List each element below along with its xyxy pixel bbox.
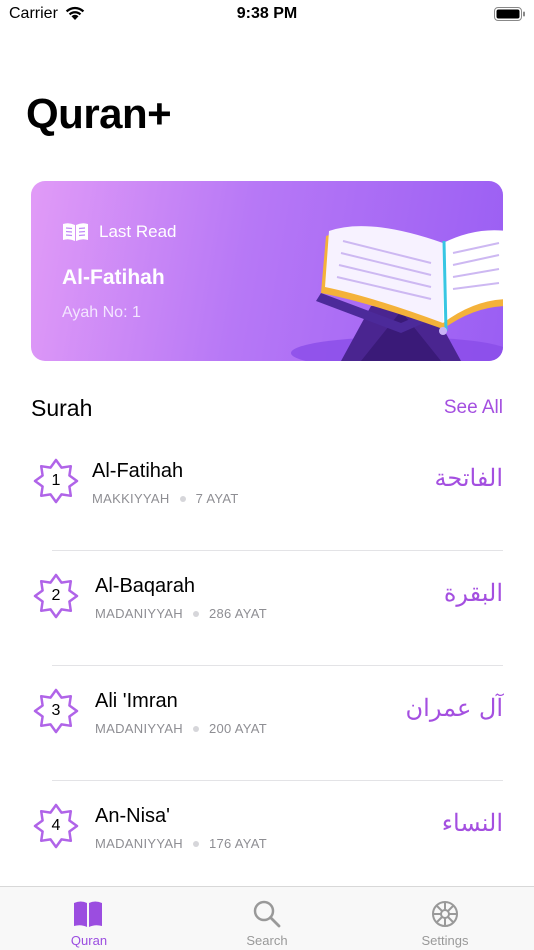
surah-arabic-name: النساء: [441, 809, 503, 837]
surah-number: 2: [51, 587, 61, 604]
tab-label: Settings: [421, 933, 469, 948]
tab-quran[interactable]: Quran: [0, 887, 178, 950]
surah-type: MADANIYYAH: [95, 721, 183, 736]
separator-dot: [193, 840, 199, 847]
surah-meta: MADANIYYAH 286 AYAT: [95, 606, 267, 621]
surah-name: Al-Fatihah: [92, 460, 184, 482]
surah-type: MADANIYYAH: [95, 836, 183, 851]
surah-name: Al-Baqarah: [95, 575, 196, 597]
tab-bar: Quran Search Settings: [0, 886, 534, 950]
last-read-surah: Al-Fatihah: [62, 266, 165, 289]
last-read-card[interactable]: Last Read Al-Fatihah Ayah No: 1: [31, 181, 503, 361]
status-bar: Carrier 9:38 PM: [0, 0, 534, 30]
last-read-ayah: Ayah No: 1: [62, 304, 141, 321]
separator-dot: [193, 610, 199, 617]
surah-section-title: Surah: [31, 395, 93, 421]
open-book-icon: [63, 223, 88, 241]
last-read-header: Last Read: [62, 222, 177, 242]
surah-name: An-Nisa': [95, 805, 170, 827]
surah-row[interactable]: 2 Al-Baqarah MADANIYYAH 286 AYAT البقرة: [0, 551, 534, 666]
surah-type: MADANIYYAH: [95, 606, 183, 621]
surah-ayat-count: 286 AYAT: [209, 606, 268, 621]
tab-settings[interactable]: Settings: [356, 887, 534, 950]
surah-name: Ali 'Imran: [95, 690, 178, 712]
surah-arabic-name: الفاتحة: [434, 464, 503, 492]
page-title: Quran+: [26, 90, 172, 137]
surah-number: 1: [51, 472, 61, 489]
surah-ayat-count: 200 AYAT: [209, 721, 268, 736]
gear-icon: [432, 901, 458, 927]
battery-icon: [494, 7, 525, 21]
separator-dot: [179, 495, 186, 502]
surah-number: 4: [51, 817, 61, 834]
see-all-button[interactable]: See All: [444, 397, 503, 419]
surah-meta: MAKKIYYAH 7 AYAT: [92, 491, 239, 506]
last-read-label: Last Read: [99, 222, 177, 241]
separator-dot: [193, 725, 199, 732]
tab-label: Search: [246, 933, 288, 948]
surah-row[interactable]: 3 Ali 'Imran MADANIYYAH 200 AYAT آل عمرا…: [0, 666, 534, 781]
surah-arabic-name: البقرة: [443, 579, 503, 607]
surah-number: 3: [51, 702, 61, 719]
surah-ayat-count: 176 AYAT: [209, 836, 268, 851]
surah-row[interactable]: 1 Al-Fatihah MAKKIYYAH 7 AYAT الفاتحة: [0, 436, 534, 551]
book-icon: [74, 901, 102, 927]
surah-type: MAKKIYYAH: [92, 491, 170, 506]
surah-ayat-count: 7 AYAT: [195, 491, 239, 506]
surah-arabic-name: آل عمران: [405, 694, 503, 722]
quran-illustration: [291, 226, 503, 361]
surah-row[interactable]: 4 An-Nisa' MADANIYYAH 176 AYAT النساء: [0, 781, 534, 896]
surah-meta: MADANIYYAH 176 AYAT: [95, 836, 267, 851]
search-icon: [253, 900, 281, 928]
tab-search[interactable]: Search: [178, 887, 356, 950]
surah-meta: MADANIYYAH 200 AYAT: [95, 721, 267, 736]
tab-label: Quran: [70, 933, 108, 948]
clock: 9:38 PM: [236, 5, 298, 22]
